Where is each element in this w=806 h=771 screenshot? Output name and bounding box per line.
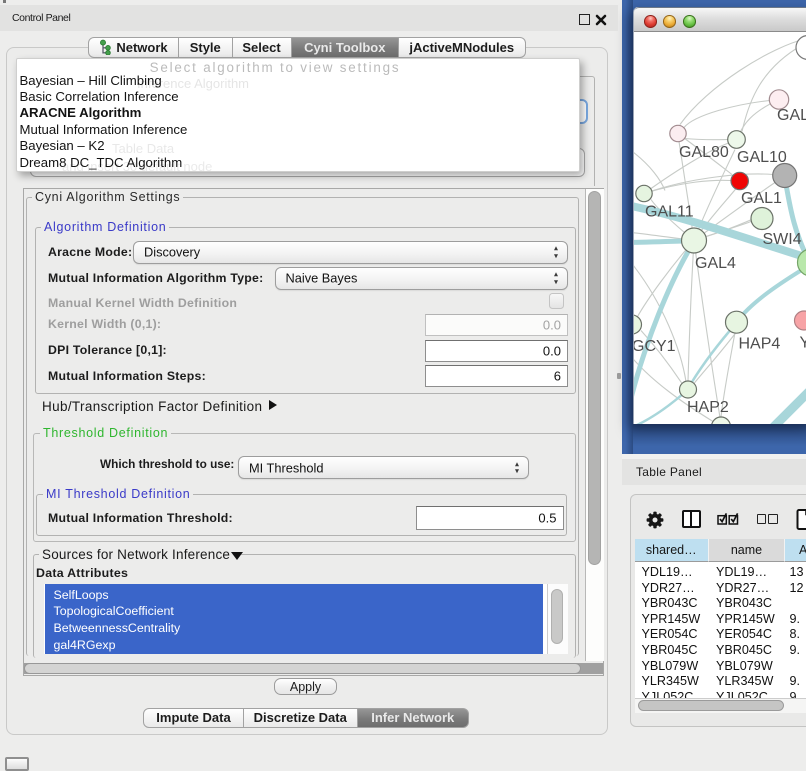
svg-text:GAL80: GAL80 (679, 144, 729, 161)
svg-text:GAL2: GAL2 (777, 107, 806, 124)
svg-text:GAL4: GAL4 (695, 255, 736, 272)
svg-text:GCY1: GCY1 (634, 338, 676, 355)
svg-text:GAL10: GAL10 (737, 149, 787, 166)
svg-text:HAP4: HAP4 (739, 335, 781, 352)
svg-text:GAL1: GAL1 (741, 190, 782, 207)
svg-text:GAL11: GAL11 (645, 203, 694, 220)
svg-text:HAP2: HAP2 (687, 399, 729, 416)
svg-text:SWI4: SWI4 (763, 231, 802, 248)
svg-text:YE: YE (800, 334, 806, 351)
